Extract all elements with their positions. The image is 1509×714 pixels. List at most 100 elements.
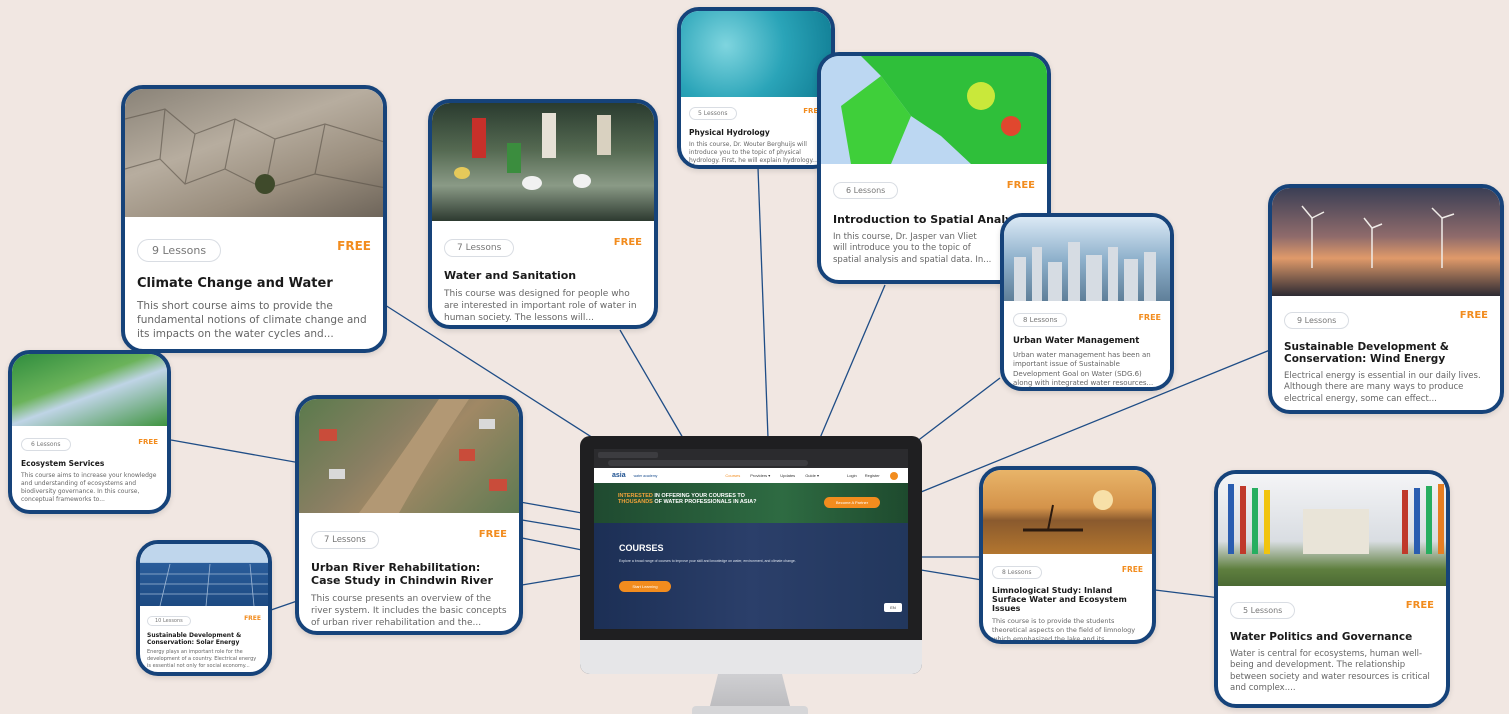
fisherman-illustration xyxy=(1023,490,1113,532)
courses-hero: COURSES Explore a broad range of courses… xyxy=(594,523,908,629)
free-badge: FREE xyxy=(1405,600,1434,611)
course-title[interactable]: Urban River Rehabilitation: Case Study i… xyxy=(311,561,507,587)
course-title[interactable]: Water Politics and Governance xyxy=(1230,631,1434,643)
course-description: This course presents an overview of the … xyxy=(311,594,507,629)
course-image-politics xyxy=(1218,474,1446,586)
lessons-badge: 9 Lessons xyxy=(137,239,222,262)
course-description: This short course aims to provide the fu… xyxy=(137,300,367,341)
start-learning-button[interactable]: Start Learning xyxy=(619,581,671,592)
become-partner-button[interactable]: Become A Partner xyxy=(824,497,880,508)
banner-text-2: OF WATER PROFESSIONALS IN ASIA? xyxy=(654,499,757,506)
monitor-stand xyxy=(710,674,790,706)
course-title[interactable]: Urban Water Management xyxy=(1013,336,1161,346)
course-image-hydrology xyxy=(681,11,831,97)
free-badge: FREE xyxy=(138,438,158,446)
nav-guide[interactable]: Guide ▾ xyxy=(805,473,819,478)
course-description: This course aims to increase your knowle… xyxy=(21,472,157,504)
free-badge: FREE xyxy=(337,239,371,253)
course-card-wind[interactable]: 9 Lessons FREE Sustainable Development &… xyxy=(1268,184,1504,414)
monitor-chin xyxy=(580,640,922,674)
course-image-spatial xyxy=(821,56,1047,164)
search-icon[interactable] xyxy=(889,471,898,480)
course-card-hydrology[interactable]: 5 Lessons FREE Physical Hydrology In thi… xyxy=(677,7,835,169)
course-title[interactable]: Sustainable Development & Conservation: … xyxy=(147,632,261,646)
course-title[interactable]: Water and Sanitation xyxy=(444,269,642,282)
site-logo-sub: water academy xyxy=(633,473,658,478)
course-image-climate xyxy=(125,89,383,217)
lessons-badge: 6 Lessons xyxy=(21,438,71,451)
address-bar[interactable] xyxy=(608,460,808,466)
nav-courses[interactable]: Courses xyxy=(725,473,740,478)
lessons-badge: 5 Lessons xyxy=(1230,602,1296,619)
course-image-sanitation xyxy=(432,103,654,221)
course-card-climate[interactable]: 9 Lessons FREE Climate Change and Water … xyxy=(121,85,387,353)
free-badge: FREE xyxy=(1121,565,1143,574)
course-card-limnology[interactable]: 8 Lessons FREE Limnological Study: Inlan… xyxy=(979,466,1156,644)
city-illustration xyxy=(1014,242,1156,301)
banner-highlight: INTERESTED xyxy=(618,493,653,499)
lessons-badge: 10 Lessons xyxy=(147,616,191,626)
wind-turbines-illustration xyxy=(1301,205,1455,268)
course-card-solar[interactable]: 10 Lessons FREE Sustainable Development … xyxy=(136,540,272,676)
banner-highlight-2: THOUSANDS xyxy=(618,499,653,506)
partner-banner: INTERESTED IN OFFERING YOUR COURSES TO T… xyxy=(594,483,908,523)
course-description: Electrical energy is essential in our da… xyxy=(1284,371,1481,404)
people-in-water-illustration xyxy=(454,113,611,190)
course-image-ecosystem xyxy=(12,354,167,426)
free-badge: FREE xyxy=(1459,310,1488,321)
lessons-badge: 7 Lessons xyxy=(311,531,379,549)
site-logo[interactable]: asia xyxy=(612,472,626,479)
register-link[interactable]: Register xyxy=(865,473,880,478)
river-village-illustration xyxy=(319,399,507,513)
lessons-badge: 8 Lessons xyxy=(1013,313,1068,327)
course-description: In this course, Dr. Jasper van Vliet wil… xyxy=(833,232,992,265)
nav-providers[interactable]: Providers ▾ xyxy=(750,473,770,478)
lessons-badge: 5 Lessons xyxy=(689,107,737,120)
free-badge: FREE xyxy=(478,529,507,540)
cracked-earth-pattern xyxy=(125,108,383,194)
flags-avenue-illustration xyxy=(1228,484,1444,554)
course-description: Urban water management has been an impor… xyxy=(1013,351,1154,388)
course-image-river xyxy=(299,399,519,513)
course-description: Energy plays an important role for the d… xyxy=(147,649,257,669)
course-image-wind xyxy=(1272,188,1500,296)
course-card-ecosystem[interactable]: 6 Lessons FREE Ecosystem Services This c… xyxy=(8,350,171,514)
course-description: Water is central for ecosystems, human w… xyxy=(1230,649,1430,694)
course-title[interactable]: Climate Change and Water xyxy=(137,276,371,291)
courses-heading: COURSES xyxy=(619,543,664,553)
browser-bar xyxy=(594,449,908,468)
course-title[interactable]: Ecosystem Services xyxy=(21,459,158,468)
solar-panels-illustration xyxy=(140,563,268,606)
language-selector[interactable]: EN xyxy=(884,603,902,612)
course-image-limnology xyxy=(983,470,1152,554)
lessons-badge: 7 Lessons xyxy=(444,239,515,257)
course-description: In this course, Dr. Wouter Berghuijs wil… xyxy=(689,141,818,165)
site-nav: asia water academy Courses Providers ▾ U… xyxy=(594,468,908,483)
free-badge: FREE xyxy=(613,237,642,248)
course-card-sanitation[interactable]: 7 Lessons FREE Water and Sanitation This… xyxy=(428,99,658,329)
lessons-badge: 9 Lessons xyxy=(1284,312,1350,329)
monitor-base xyxy=(692,706,808,714)
lessons-badge: 8 Lessons xyxy=(992,566,1042,579)
browser-tab[interactable] xyxy=(598,452,658,458)
course-description: This course was designed for people who … xyxy=(444,289,637,324)
course-card-river[interactable]: 7 Lessons FREE Urban River Rehabilitatio… xyxy=(295,395,523,635)
free-badge: FREE xyxy=(1006,180,1035,191)
course-title[interactable]: Sustainable Development & Conservation: … xyxy=(1284,341,1488,365)
course-title[interactable]: Physical Hydrology xyxy=(689,128,823,137)
course-card-politics[interactable]: 5 Lessons FREE Water Politics and Govern… xyxy=(1214,470,1450,708)
nav-updates[interactable]: Updates xyxy=(780,473,795,478)
banner-text: IN OFFERING YOUR COURSES TO xyxy=(654,493,745,499)
map-illustration xyxy=(841,56,1047,164)
course-description: This course is to provide the students t… xyxy=(992,617,1136,643)
course-image-urban xyxy=(1004,217,1170,301)
website-screen: asia water academy Courses Providers ▾ U… xyxy=(594,449,908,629)
course-image-solar xyxy=(140,544,268,606)
course-title[interactable]: Limnological Study: Inland Surface Water… xyxy=(992,586,1143,613)
courses-subtext: Explore a broad range of courses to impr… xyxy=(619,559,796,563)
free-badge: FREE xyxy=(244,615,261,622)
lessons-badge: 6 Lessons xyxy=(833,182,899,199)
free-badge: FREE xyxy=(1138,313,1161,322)
login-link[interactable]: Login xyxy=(847,473,857,478)
course-card-urban[interactable]: 8 Lessons FREE Urban Water Management Ur… xyxy=(1000,213,1174,391)
